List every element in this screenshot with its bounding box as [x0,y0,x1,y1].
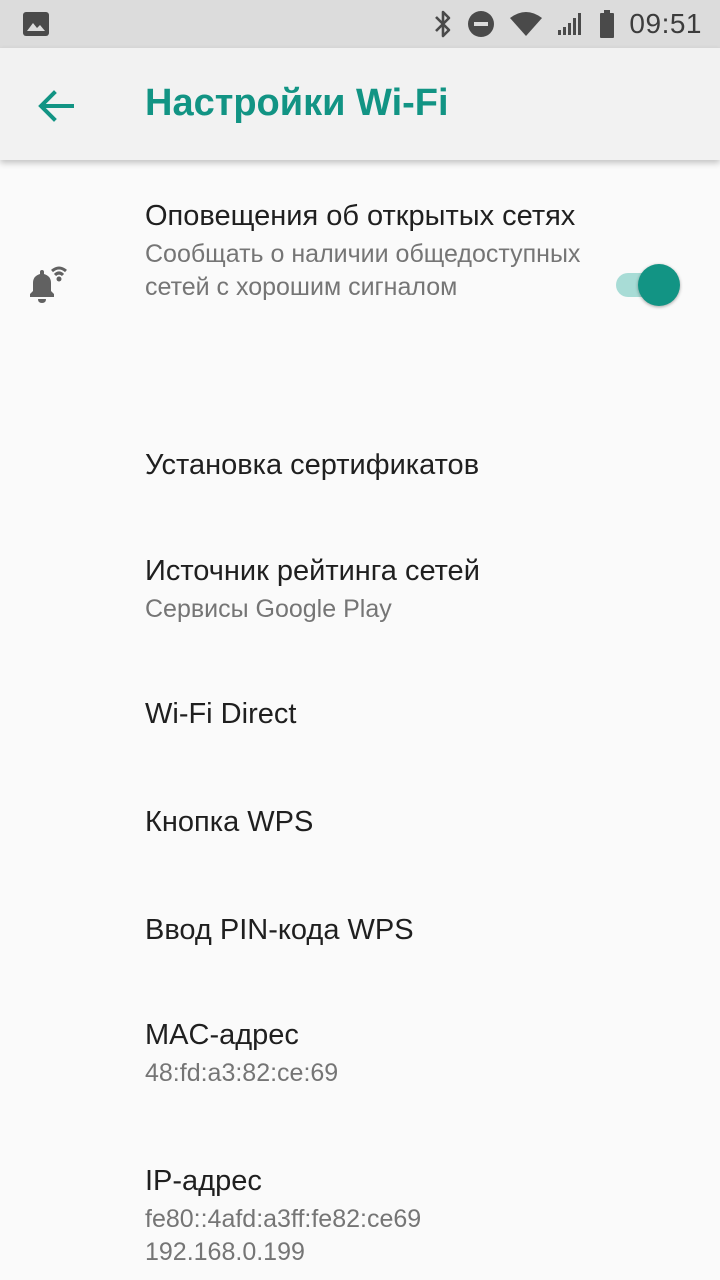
setting-wifi-direct[interactable]: Wi-Fi Direct [0,662,720,766]
setting-title: Кнопка WPS [145,806,314,838]
gallery-icon [23,12,49,36]
setting-text: Установка сертификатов [145,446,585,485]
signal-icon [558,13,582,35]
setting-open-network-notifications[interactable]: Оповещения об открытых сетях Сообщать о … [0,160,720,390]
mac-address-value: 48:fd:a3:82:ce:69 [145,1059,339,1087]
setting-summary: Сообщать о наличии общедоступных сетей с… [145,240,581,301]
open-networks-toggle[interactable] [612,261,684,309]
setting-wps-button[interactable]: Кнопка WPS [0,770,720,874]
setting-text: Источник рейтинга сетей Сервисы Google P… [145,552,585,626]
battery-icon [600,10,615,38]
setting-wps-pin[interactable]: Ввод PIN-кода WPS [0,876,720,980]
ipv4-address-value: 192.168.0.199 [145,1238,305,1266]
setting-ip-address: IP-адрес fe80::4afd:a3ff:fe82:ce69 192.1… [0,1145,720,1280]
page-title: Настройки Wi-Fi [145,82,449,124]
setting-network-rating-provider[interactable]: Источник рейтинга сетей Сервисы Google P… [0,530,720,640]
setting-title: Wi-Fi Direct [145,698,297,730]
toggle-thumb [638,264,680,306]
status-time: 09:51 [629,8,702,39]
setting-text: IP-адрес fe80::4afd:a3ff:fe82:ce69 192.1… [145,1162,585,1269]
setting-mac-address: MAC-адрес 48:fd:a3:82:ce:69 [0,1000,720,1110]
arrow-back-icon [38,90,74,122]
wifi-icon [510,12,543,36]
app-bar: Настройки Wi-Fi [0,48,720,160]
setting-title: Оповещения об открытых сетях [145,200,576,232]
status-icons: 09:51 [433,0,702,48]
setting-text: MAC-адрес 48:fd:a3:82:ce:69 [145,1016,585,1090]
back-button[interactable] [20,70,92,142]
setting-title: Установка сертификатов [145,449,480,481]
setting-install-certificates[interactable]: Установка сертификатов [0,410,720,518]
status-bar: 09:51 [0,0,720,48]
wifi-notification-bell-icon [30,266,67,303]
setting-summary: Сервисы Google Play [145,595,392,623]
do-not-disturb-icon [468,11,495,37]
setting-text: Оповещения об открытых сетях Сообщать о … [145,197,585,304]
setting-title: MAC-адрес [145,1019,299,1051]
setting-title: Ввод PIN-кода WPS [145,914,414,946]
setting-text: Ввод PIN-кода WPS [145,911,585,950]
setting-text: Wi-Fi Direct [145,695,585,734]
setting-title: IP-адрес [145,1165,262,1197]
setting-title: Источник рейтинга сетей [145,555,480,587]
bluetooth-icon [435,10,451,38]
setting-text: Кнопка WPS [145,803,585,842]
ipv6-address-value: fe80::4afd:a3ff:fe82:ce69 [145,1205,422,1233]
